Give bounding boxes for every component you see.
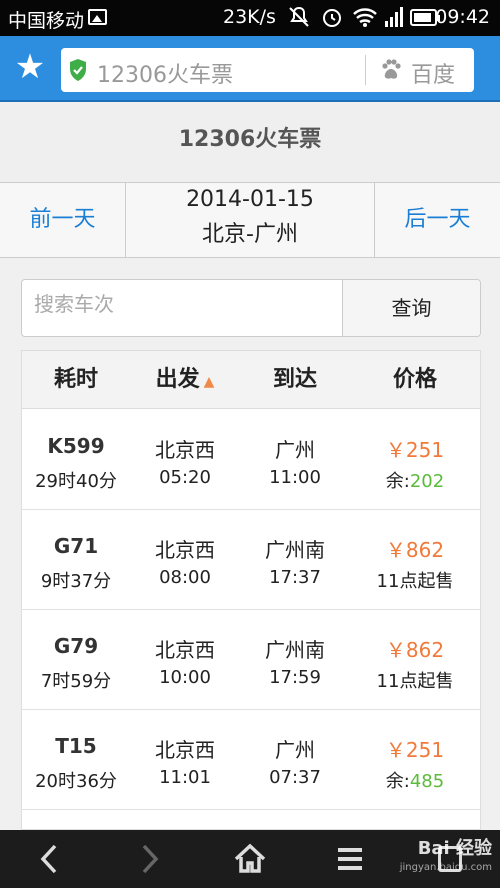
next-day-button[interactable]: 后一天	[374, 183, 500, 257]
forward-icon[interactable]	[124, 830, 174, 888]
train-number: G71	[53, 534, 99, 558]
network-speed: 23K/s	[223, 6, 276, 28]
battery-icon	[410, 9, 440, 26]
image-notification-icon	[88, 9, 107, 25]
table-row[interactable]: K599 29时40分 北京西 05:20 广州 11:00 ￥251 余:202	[22, 410, 480, 510]
prev-day-button[interactable]: 前一天	[0, 183, 126, 257]
arrival-station: 广州南	[265, 638, 325, 662]
departure-cell: 北京西 05:20	[130, 410, 240, 510]
mute-icon	[287, 5, 311, 34]
watermark-url: jingyan.baidu.com	[399, 862, 492, 873]
baidu-jingyan-watermark: Bai 经验	[417, 838, 492, 859]
arrival-cell: 广州 07:37	[240, 710, 350, 810]
sale-start-note: 11点起售	[376, 571, 454, 592]
address-bar[interactable]: 12306火车票 百度	[61, 48, 474, 92]
travel-duration: 9时37分	[40, 571, 112, 592]
alarm-icon	[320, 5, 344, 34]
duration-cell: G71 9时37分	[22, 510, 130, 610]
back-icon[interactable]	[25, 830, 75, 888]
arrival-cell: 广州南 17:59	[240, 610, 350, 710]
ticket-price: ￥862	[385, 538, 445, 562]
bookmark-star-icon[interactable]: ★	[12, 49, 48, 85]
price-cell: ￥862 11点起售	[350, 510, 480, 610]
ticket-price: ￥251	[385, 438, 445, 462]
page-title: 12306火车票	[0, 104, 500, 182]
departure-cell: 北京西 11:01	[130, 710, 240, 810]
train-results-table: 耗时 出发 ▲ 到达 价格 K599 29时40分 北京西 05:20 广州 11:00…	[21, 350, 481, 830]
train-search-input[interactable]: 搜索车次	[34, 288, 114, 317]
duration-cell: T15 20时36分	[22, 710, 130, 810]
address-text: 12306火车票	[97, 63, 233, 88]
arrival-station: 广州	[275, 738, 315, 762]
departure-cell: 北京西 08:00	[130, 510, 240, 610]
arrival-cell: 广州 11:00	[240, 410, 350, 510]
departure-cell: 北京西 10:00	[130, 610, 240, 710]
arrival-time: 17:59	[269, 667, 321, 688]
travel-duration: 20时36分	[35, 771, 117, 792]
table-row[interactable]: G71 9时37分 北京西 08:00 广州南 17:37 ￥862 11点起售	[22, 510, 480, 610]
header-duration[interactable]: 耗时	[22, 351, 130, 409]
train-number: T15	[55, 734, 97, 758]
arrival-time: 11:00	[269, 467, 321, 488]
departure-time: 08:00	[159, 567, 211, 588]
carrier-label: 中国移动	[8, 10, 85, 32]
date-navigation: 前一天 2014-01-15 北京-广州 后一天	[0, 182, 500, 258]
departure-station: 北京西	[155, 538, 215, 562]
train-search: 搜索车次 查询	[21, 279, 481, 337]
departure-station: 北京西	[155, 638, 215, 662]
train-number: G79	[53, 634, 99, 658]
departure-time: 11:01	[159, 767, 211, 788]
ticket-availability: 余:485	[385, 771, 445, 792]
header-arrival[interactable]: 到达	[240, 351, 350, 409]
query-button[interactable]: 查询	[342, 280, 480, 336]
clock: 09:42	[435, 6, 490, 28]
arrival-time: 17:37	[269, 567, 321, 588]
sale-start-note: 11点起售	[376, 671, 454, 692]
signal-icon	[384, 6, 404, 33]
travel-duration: 29时40分	[35, 471, 117, 492]
ticket-price: ￥251	[385, 738, 445, 762]
search-engine-label[interactable]: 百度	[411, 57, 455, 89]
departure-station: 北京西	[155, 438, 215, 462]
travel-date: 2014-01-15	[186, 187, 314, 212]
departure-time: 10:00	[159, 667, 211, 688]
table-header: 耗时 出发 ▲ 到达 价格	[22, 351, 480, 409]
travel-route: 北京-广州	[202, 222, 298, 247]
travel-duration: 7时59分	[40, 671, 112, 692]
security-shield-icon	[68, 58, 88, 82]
train-number: K599	[47, 434, 105, 458]
price-cell: ￥251 余:202	[350, 410, 480, 510]
menu-icon[interactable]	[325, 830, 375, 888]
ticket-availability: 余:202	[385, 471, 445, 492]
arrival-station: 广州	[275, 438, 315, 462]
ticket-price: ￥862	[385, 638, 445, 662]
table-row[interactable]: G79 7时59分 北京西 10:00 广州南 17:59 ￥862 11点起售	[22, 610, 480, 710]
price-cell: ￥251 余:485	[350, 710, 480, 810]
arrival-time: 07:37	[269, 767, 321, 788]
arrival-station: 广州南	[265, 538, 325, 562]
table-row[interactable]: T15 20时36分 北京西 11:01 广州 07:37 ￥251 余:485	[22, 710, 480, 810]
baidu-paw-icon	[379, 58, 403, 87]
browser-bottom-bar: Bai 经验 jingyan.baidu.com	[0, 830, 500, 888]
wifi-icon	[352, 5, 378, 34]
arrival-cell: 广州南 17:37	[240, 510, 350, 610]
header-price[interactable]: 价格	[350, 351, 480, 409]
sort-ascending-icon: ▲	[203, 374, 215, 390]
departure-station: 北京西	[155, 738, 215, 762]
duration-cell: K599 29时40分	[22, 410, 130, 510]
status-bar: 中国移动 23K/s 09:42	[0, 0, 500, 36]
header-departure[interactable]: 出发 ▲	[130, 351, 240, 409]
departure-time: 05:20	[159, 467, 211, 488]
address-divider	[365, 55, 366, 85]
price-cell: ￥862 11点起售	[350, 610, 480, 710]
browser-toolbar: ★ 12306火车票 百度	[0, 36, 500, 102]
date-route-info: 2014-01-15 北京-广州	[126, 183, 374, 257]
duration-cell: G79 7时59分	[22, 610, 130, 710]
home-icon[interactable]	[225, 830, 275, 888]
